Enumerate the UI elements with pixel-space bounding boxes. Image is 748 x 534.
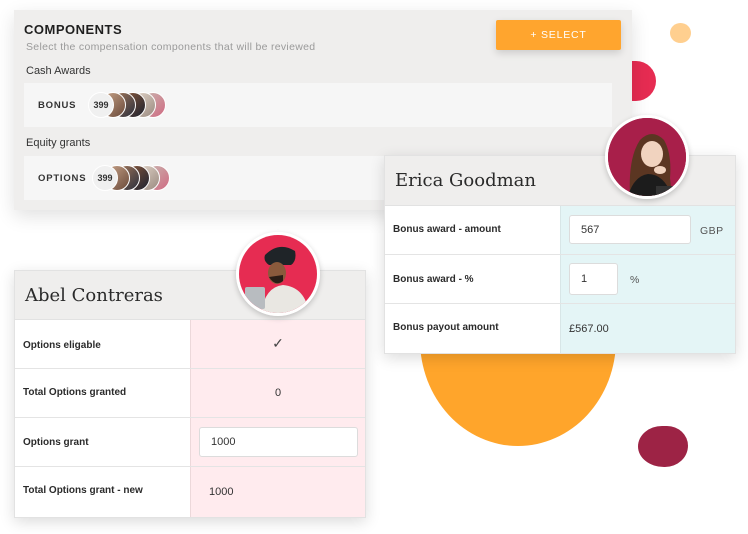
checkmark-icon: ✓: [272, 335, 284, 351]
employee-count-badge: 399: [88, 92, 114, 118]
abel-avatar: [236, 232, 320, 316]
row-label-options: OPTIONS: [38, 173, 87, 184]
table-row: Bonus payout amount £567.00: [385, 304, 735, 353]
row-value-cell: [190, 418, 365, 466]
decorative-peach-blob: [670, 23, 691, 43]
select-button[interactable]: + SELECT: [496, 20, 621, 50]
components-subtitle: Select the compensation components that …: [26, 41, 316, 53]
employee-card-erica: Erica Goodman Bonus award - amount GBP B…: [384, 155, 736, 354]
decorative-red-blob: [632, 61, 656, 101]
person-photo-icon: [239, 235, 317, 313]
row-label: Bonus award - amount: [393, 224, 501, 235]
components-title: COMPONENTS: [24, 22, 123, 37]
table-row: Bonus award - amount GBP: [385, 206, 735, 255]
table-row: Options eligable ✓: [15, 320, 365, 369]
percent-label: %: [630, 274, 640, 286]
total-options-granted-value: 0: [274, 387, 282, 399]
bonus-percent-input[interactable]: [569, 263, 618, 295]
component-row-bonus[interactable]: BONUS 399: [24, 83, 612, 127]
row-label: Bonus award - %: [393, 274, 474, 285]
bonus-amount-input[interactable]: [569, 215, 691, 244]
person-photo-icon: [608, 118, 686, 196]
table-row: Options grant: [15, 418, 365, 467]
row-value-cell: £567.00: [560, 304, 735, 353]
table-row: Bonus award - % %: [385, 255, 735, 304]
employee-name: Abel Contreras: [25, 285, 163, 306]
table-row: Total Options granted 0: [15, 369, 365, 418]
group-label-equity-grants: Equity grants: [26, 137, 91, 149]
row-value-cell: 0: [190, 369, 365, 417]
row-label: Options eligable: [23, 340, 101, 351]
row-value-cell: ✓: [190, 320, 365, 368]
employee-count-badge: 399: [92, 165, 118, 191]
row-label: Options grant: [23, 437, 89, 448]
row-label: Total Options grant - new: [23, 485, 143, 496]
row-label-bonus: BONUS: [38, 100, 77, 111]
row-value-cell: 1000: [190, 467, 365, 517]
bonus-payout-value: £567.00: [569, 323, 609, 335]
currency-label: GBP: [700, 225, 724, 237]
table-row: Total Options grant - new 1000: [15, 467, 365, 517]
options-grant-input[interactable]: [199, 427, 358, 457]
decorative-crimson-blob: [638, 426, 688, 467]
group-label-cash-awards: Cash Awards: [26, 65, 91, 77]
row-value-cell: %: [560, 255, 735, 303]
decorative-orange-blob: [420, 340, 616, 446]
row-value-cell: GBP: [560, 206, 735, 254]
employee-name: Erica Goodman: [395, 170, 537, 191]
total-options-grant-new-value: 1000: [209, 486, 234, 498]
erica-avatar: [605, 115, 689, 199]
row-label: Bonus payout amount: [393, 322, 499, 333]
row-label: Total Options granted: [23, 387, 127, 398]
employee-card-abel: Abel Contreras Options eligable ✓ Total …: [14, 270, 366, 518]
